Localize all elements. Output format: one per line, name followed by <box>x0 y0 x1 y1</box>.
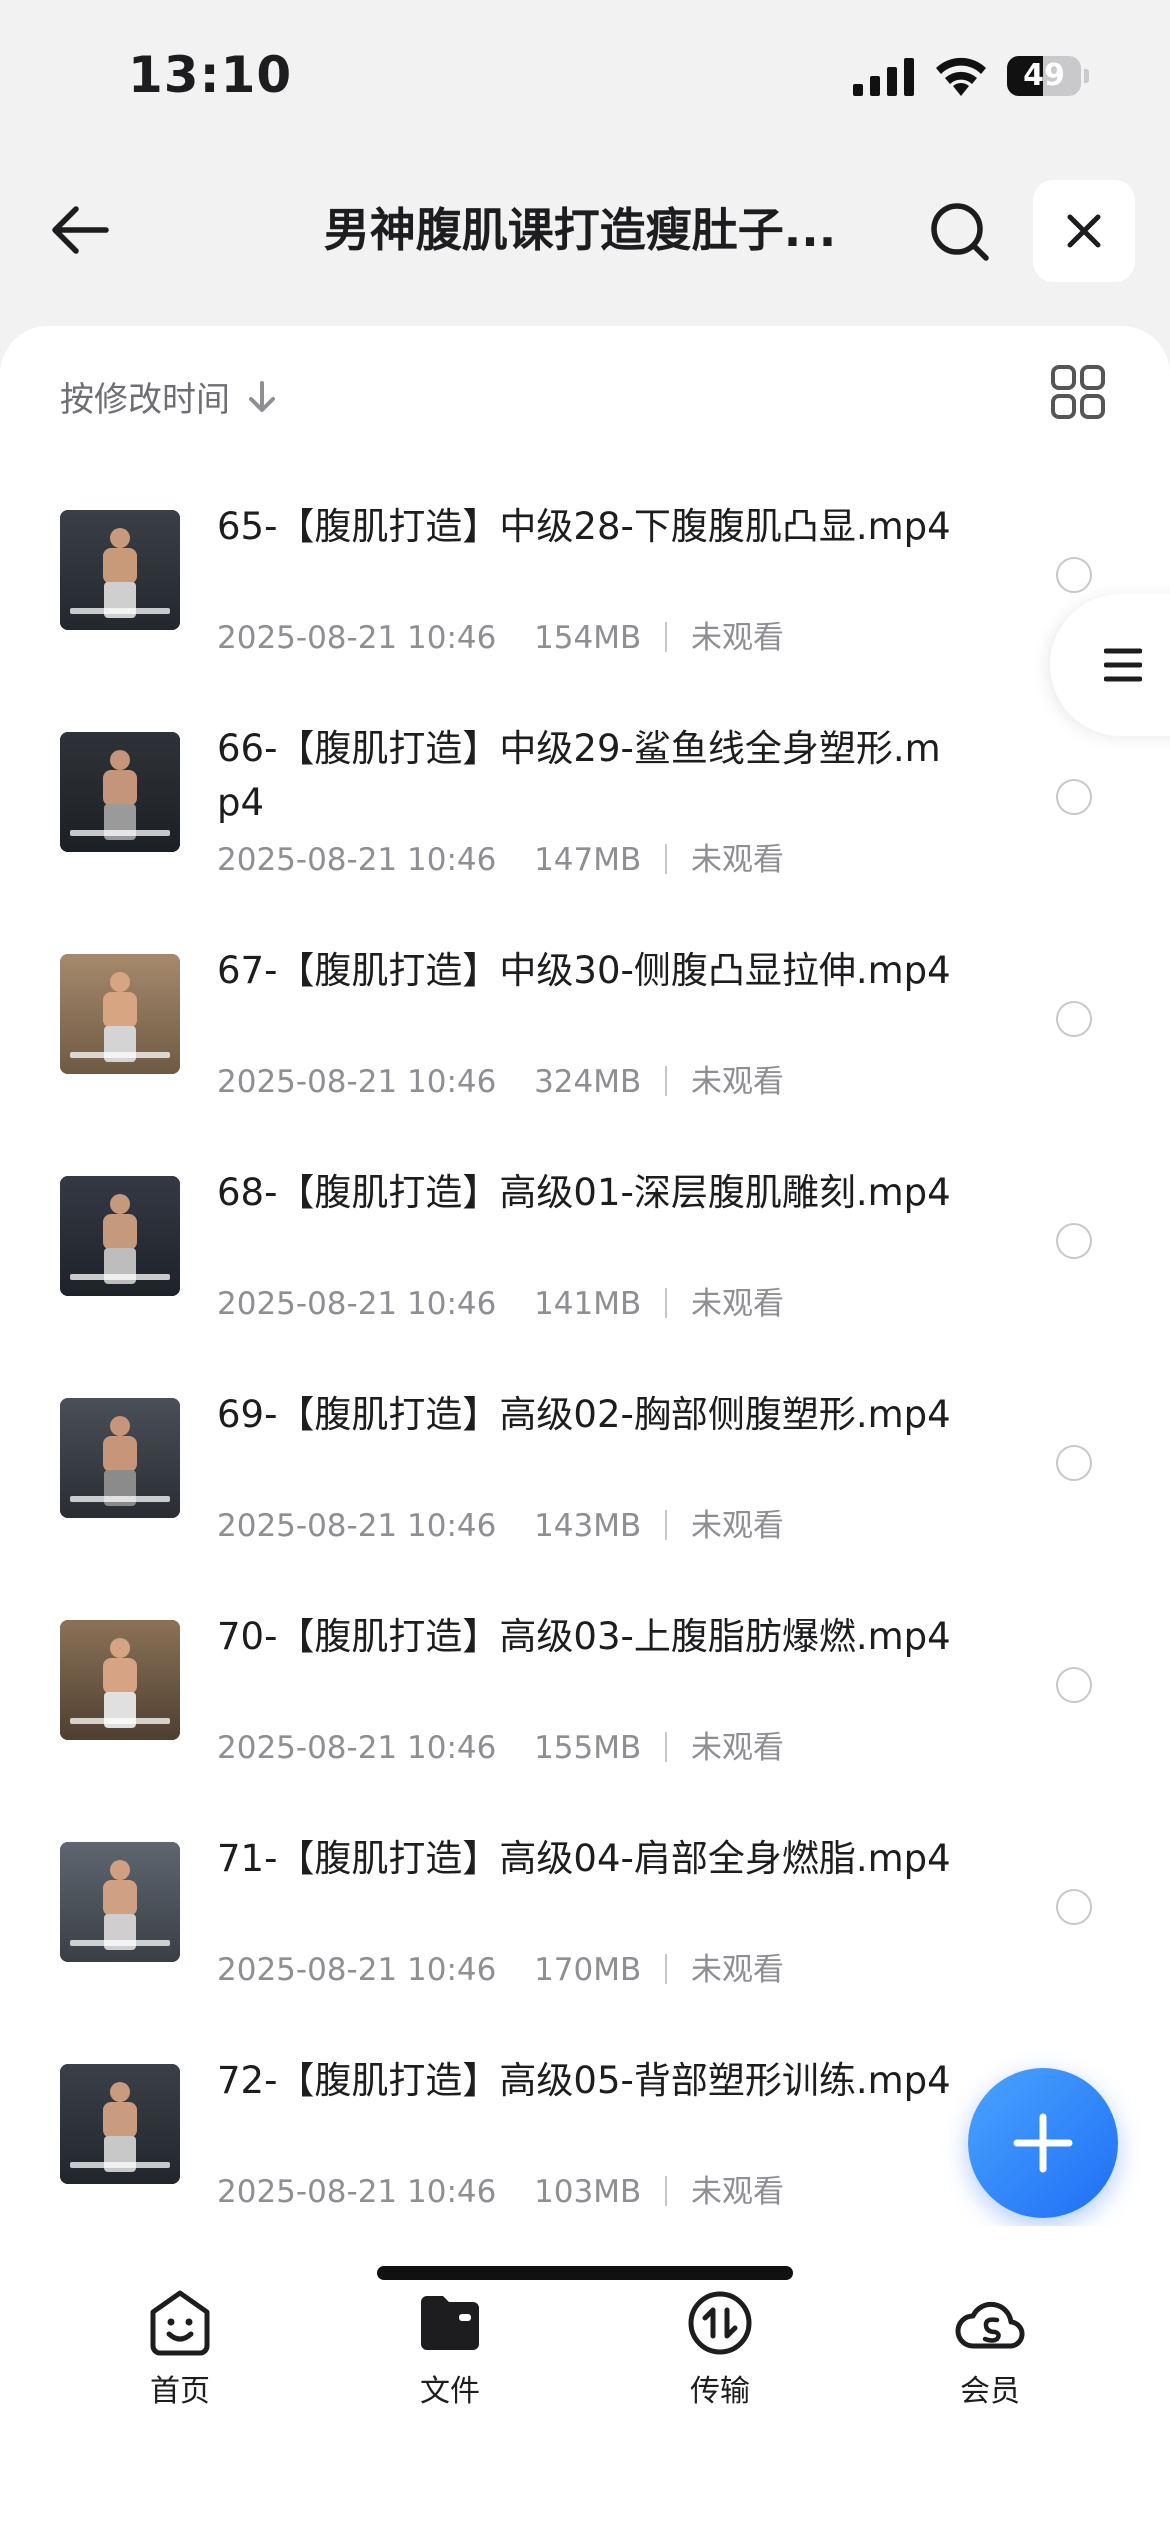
file-meta: 2025-08-21 10:46 141MB 未观看 <box>217 1278 784 1323</box>
tab-files[interactable]: 文件 <box>380 2288 520 2410</box>
video-thumbnail <box>60 510 180 630</box>
file-name: 66-【腹肌打造】中级29-鲨鱼线全身塑形.mp4 <box>217 727 941 824</box>
file-meta: 2025-08-21 10:46 143MB 未观看 <box>217 1500 784 1545</box>
file-size: 147MB <box>534 842 642 878</box>
tab-home[interactable]: 首页 <box>110 2288 250 2410</box>
file-date: 2025-08-21 10:46 <box>217 842 497 878</box>
back-button[interactable] <box>40 190 120 270</box>
file-date: 2025-08-21 10:46 <box>217 1286 497 1322</box>
watch-status: 未观看 <box>690 1286 784 1322</box>
video-thumbnail <box>60 1176 180 1296</box>
menu-lines-icon <box>1104 648 1142 682</box>
video-thumbnail <box>60 1842 180 1962</box>
add-button[interactable] <box>968 2068 1118 2218</box>
plus-icon <box>1013 2113 1073 2173</box>
file-row[interactable]: 68-【腹肌打造】高级01-深层腹肌雕刻.mp4 2025-08-21 10:4… <box>0 1126 1170 1348</box>
tab-vip-label: 会员 <box>960 2374 1020 2409</box>
watch-status: 未观看 <box>690 1508 784 1544</box>
file-date: 2025-08-21 10:46 <box>217 620 497 656</box>
transfer-icon <box>688 2291 752 2355</box>
close-icon <box>1067 214 1101 248</box>
watch-status: 未观看 <box>690 1064 784 1100</box>
select-checkbox[interactable] <box>1056 1445 1092 1481</box>
file-row[interactable]: 66-【腹肌打造】中级29-鲨鱼线全身塑形.mp4 2025-08-21 10:… <box>0 682 1170 904</box>
file-size: 141MB <box>534 1286 642 1322</box>
select-checkbox[interactable] <box>1056 1667 1092 1703</box>
tab-home-label: 首页 <box>150 2374 210 2409</box>
watch-status: 未观看 <box>690 2174 784 2210</box>
battery-percent: 49 <box>1023 58 1065 93</box>
file-date: 2025-08-21 10:46 <box>217 2174 497 2210</box>
arrow-down-icon <box>249 380 275 412</box>
file-name: 72-【腹肌打造】高级05-背部塑形训练.mp4 <box>217 2059 951 2102</box>
close-button[interactable] <box>1033 180 1135 282</box>
file-size: 154MB <box>534 620 642 656</box>
video-thumbnail <box>60 1620 180 1740</box>
file-name: 71-【腹肌打造】高级04-肩部全身燃脂.mp4 <box>217 1837 951 1880</box>
video-thumbnail <box>60 954 180 1074</box>
file-meta: 2025-08-21 10:46 170MB 未观看 <box>217 1944 784 1989</box>
file-meta: 2025-08-21 10:46 103MB 未观看 <box>217 2166 784 2211</box>
file-row[interactable]: 71-【腹肌打造】高级04-肩部全身燃脂.mp4 2025-08-21 10:4… <box>0 1792 1170 2014</box>
file-row[interactable]: 67-【腹肌打造】中级30-侧腹凸显拉伸.mp4 2025-08-21 10:4… <box>0 904 1170 1126</box>
nav-header: 男神腹肌课打造瘦肚子... <box>0 160 1170 300</box>
watch-status: 未观看 <box>690 842 784 878</box>
wifi-icon <box>936 57 986 96</box>
tab-transfer-label: 传输 <box>690 2374 750 2409</box>
file-meta: 2025-08-21 10:46 155MB 未观看 <box>217 1722 784 1767</box>
video-thumbnail <box>60 1398 180 1518</box>
file-date: 2025-08-21 10:46 <box>217 1064 497 1100</box>
select-checkbox[interactable] <box>1056 1001 1092 1037</box>
file-meta: 2025-08-21 10:46 324MB 未观看 <box>217 1056 784 1101</box>
watch-status: 未观看 <box>690 1952 784 1988</box>
file-row[interactable]: 65-【腹肌打造】中级28-下腹腹肌凸显.mp4 2025-08-21 10:4… <box>0 460 1170 682</box>
tab-files-label: 文件 <box>420 2374 480 2409</box>
file-size: 170MB <box>534 1952 642 1988</box>
vip-cloud-icon <box>955 2301 1025 2349</box>
select-checkbox[interactable] <box>1056 1889 1092 1925</box>
cellular-signal-icon <box>853 58 914 96</box>
file-list: 65-【腹肌打造】中级28-下腹腹肌凸显.mp4 2025-08-21 10:4… <box>0 460 1170 2236</box>
file-name: 70-【腹肌打造】高级03-上腹脂肪爆燃.mp4 <box>217 1615 951 1658</box>
file-size: 324MB <box>534 1064 642 1100</box>
grid-view-icon[interactable] <box>1050 364 1106 420</box>
video-thumbnail <box>60 2064 180 2184</box>
select-checkbox[interactable] <box>1056 557 1092 593</box>
file-row[interactable]: 69-【腹肌打造】高级02-胸部侧腹塑形.mp4 2025-08-21 10:4… <box>0 1348 1170 1570</box>
file-row[interactable]: 70-【腹肌打造】高级03-上腹脂肪爆燃.mp4 2025-08-21 10:4… <box>0 1570 1170 1792</box>
file-name: 67-【腹肌打造】中级30-侧腹凸显拉伸.mp4 <box>217 949 951 992</box>
folder-icon <box>421 2296 479 2350</box>
file-meta: 2025-08-21 10:46 154MB 未观看 <box>217 612 784 657</box>
tab-vip[interactable]: 会员 <box>920 2288 1060 2410</box>
file-date: 2025-08-21 10:46 <box>217 1952 497 1988</box>
file-date: 2025-08-21 10:46 <box>217 1730 497 1766</box>
sort-button[interactable]: 按修改时间 <box>60 372 280 421</box>
tab-transfer[interactable]: 传输 <box>650 2288 790 2410</box>
file-size: 155MB <box>534 1730 642 1766</box>
video-thumbnail <box>60 732 180 852</box>
file-name: 65-【腹肌打造】中级28-下腹腹肌凸显.mp4 <box>217 505 951 548</box>
file-meta: 2025-08-21 10:46 147MB 未观看 <box>217 834 784 879</box>
search-icon <box>931 203 989 261</box>
file-name: 68-【腹肌打造】高级01-深层腹肌雕刻.mp4 <box>217 1171 951 1214</box>
select-checkbox[interactable] <box>1056 779 1092 815</box>
file-size: 143MB <box>534 1508 642 1544</box>
search-button[interactable] <box>920 192 1000 272</box>
screen: 13:10 49 男神腹肌课打造瘦肚子... 按修改时间 65-【腹肌打造】中级… <box>0 0 1170 2532</box>
file-list-panel: 按修改时间 65-【腹肌打造】中级28-下腹腹肌凸显.mp4 2025-08-2… <box>0 326 1170 2226</box>
status-time: 13:10 <box>128 46 293 104</box>
back-arrow-icon <box>52 206 109 254</box>
page-title: 男神腹肌课打造瘦肚子... <box>323 203 837 257</box>
file-size: 103MB <box>534 2174 642 2210</box>
file-date: 2025-08-21 10:46 <box>217 1508 497 1544</box>
watch-status: 未观看 <box>690 1730 784 1766</box>
file-name: 69-【腹肌打造】高级02-胸部侧腹塑形.mp4 <box>217 1393 951 1436</box>
home-smile-icon <box>150 2290 210 2356</box>
watch-status: 未观看 <box>690 620 784 656</box>
battery-icon: 49 <box>1007 56 1089 96</box>
home-indicator <box>377 2266 793 2280</box>
sort-label: 按修改时间 <box>60 380 230 420</box>
select-checkbox[interactable] <box>1056 1223 1092 1259</box>
status-bar: 13:10 49 <box>0 0 1170 150</box>
